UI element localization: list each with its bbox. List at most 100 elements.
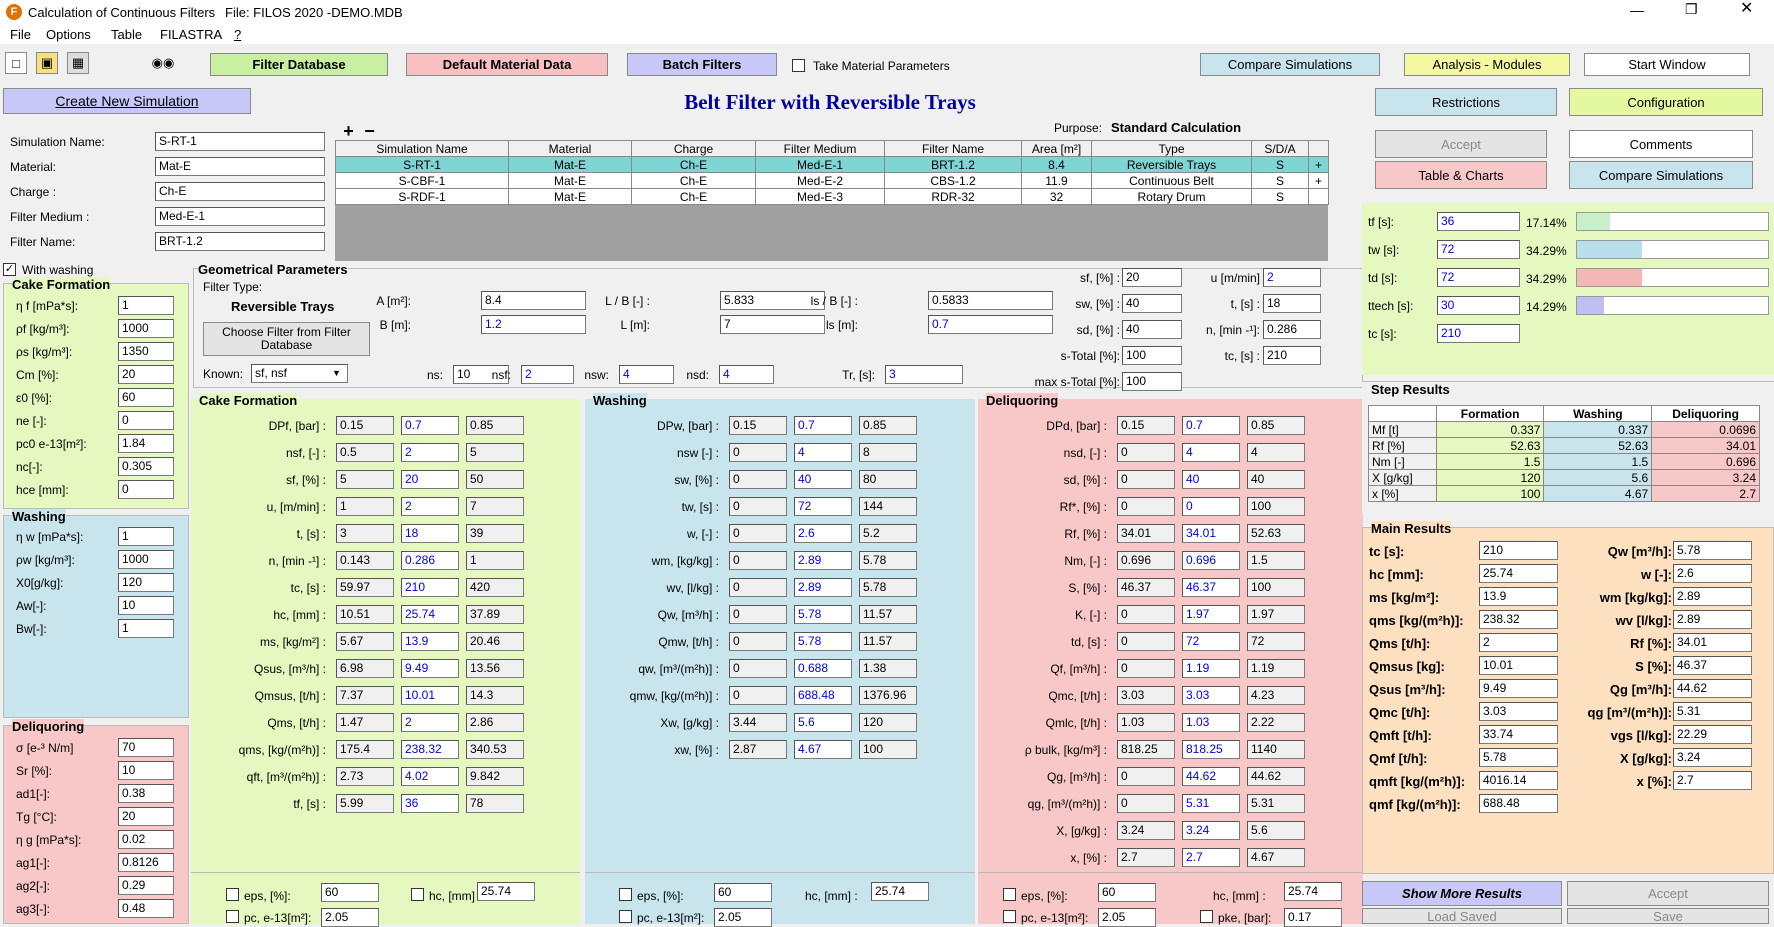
main-result-field[interactable]: 4016.14 — [1479, 771, 1558, 790]
main-result-field[interactable]: 46.37 — [1673, 656, 1752, 675]
cake-value-field[interactable]: 2 — [401, 443, 459, 462]
deliq-value-field[interactable]: 0 — [1117, 497, 1175, 516]
wash-eps-field[interactable]: 60 — [714, 883, 772, 902]
geom-nsd-field[interactable]: 4 — [719, 365, 774, 384]
cake-value-field[interactable]: 2 — [401, 497, 459, 516]
cake-value-field[interactable]: 10.01 — [401, 686, 459, 705]
geom-right-field[interactable]: 40 — [1122, 294, 1182, 313]
deliq-value-field[interactable]: 0 — [1117, 767, 1175, 786]
deliq-value-field[interactable]: 0 — [1117, 794, 1175, 813]
cake-value-field[interactable]: 7.37 — [336, 686, 394, 705]
geom-right-field[interactable]: 20 — [1122, 268, 1182, 287]
cake-value-field[interactable]: 238.32 — [401, 740, 459, 759]
wash-value-field[interactable]: 0 — [729, 605, 787, 624]
cake-value-field[interactable]: 7 — [466, 497, 524, 516]
binoculars-icon[interactable]: ◉◉ — [152, 52, 175, 74]
deliq-value-field[interactable]: 100 — [1247, 578, 1305, 597]
main-result-field[interactable]: 2.89 — [1673, 587, 1752, 606]
deliq-value-field[interactable]: 0.15 — [1117, 416, 1175, 435]
cake-eps-field[interactable]: 60 — [321, 883, 379, 902]
sim-table-header[interactable]: Charge — [631, 140, 756, 157]
cake-value-field[interactable]: 5.99 — [336, 794, 394, 813]
batch-filters-button[interactable]: Batch Filters — [627, 53, 777, 76]
deliq-value-field[interactable]: 0 — [1117, 470, 1175, 489]
left_cake-field[interactable]: 1000 — [118, 319, 174, 338]
left_cake-field[interactable]: 1350 — [118, 342, 174, 361]
deliq-pke-checkbox[interactable] — [1200, 910, 1213, 923]
cake-value-field[interactable]: 5.67 — [336, 632, 394, 651]
cake-value-field[interactable]: 2 — [401, 713, 459, 732]
main-result-field[interactable]: 5.78 — [1479, 748, 1558, 767]
menu-filastra[interactable]: FILASTRA — [160, 27, 222, 42]
deliq-value-field[interactable]: 100 — [1247, 497, 1305, 516]
deliq-value-field[interactable]: 1.97 — [1247, 605, 1305, 624]
sim-info-field[interactable]: Ch-E — [155, 182, 325, 201]
deliq-value-field[interactable]: 0.696 — [1117, 551, 1175, 570]
table-charts-button[interactable]: Table & Charts — [1375, 161, 1547, 189]
deliq-value-field[interactable]: 52.63 — [1247, 524, 1305, 543]
main-result-field[interactable]: 5.31 — [1673, 702, 1752, 721]
time-field[interactable]: 72 — [1437, 268, 1520, 287]
deliq-value-field[interactable]: 0 — [1117, 659, 1175, 678]
wash-value-field[interactable]: 0 — [729, 659, 787, 678]
main-result-field[interactable]: 2.6 — [1673, 564, 1752, 583]
wash-pc-checkbox[interactable] — [619, 910, 632, 923]
cake-value-field[interactable]: 6.98 — [336, 659, 394, 678]
cake-value-field[interactable]: 9.49 — [401, 659, 459, 678]
left_deliq-field[interactable]: 70 — [118, 738, 174, 757]
deliq-value-field[interactable]: 1.19 — [1247, 659, 1305, 678]
wash-value-field[interactable]: 40 — [794, 470, 852, 489]
deliq-value-field[interactable]: 2.7 — [1117, 848, 1175, 867]
wash-value-field[interactable]: 0 — [729, 443, 787, 462]
main-result-field[interactable]: 5.78 — [1673, 541, 1752, 560]
cake-value-field[interactable]: 50 — [466, 470, 524, 489]
menu-table[interactable]: Table — [111, 27, 142, 42]
cake-value-field[interactable]: 0.143 — [336, 551, 394, 570]
compare-simulations-button[interactable]: Compare Simulations — [1569, 161, 1753, 189]
left_cake-field[interactable]: 1 — [118, 296, 174, 315]
wash-value-field[interactable]: 0 — [729, 686, 787, 705]
left_deliq-field[interactable]: 0.29 — [118, 876, 174, 895]
cake-value-field[interactable]: 39 — [466, 524, 524, 543]
deliq-value-field[interactable]: 0.7 — [1182, 416, 1240, 435]
main-result-field[interactable]: 210 — [1479, 541, 1558, 560]
cake-value-field[interactable]: 0.286 — [401, 551, 459, 570]
cake-value-field[interactable]: 0.5 — [336, 443, 394, 462]
time-field[interactable]: 210 — [1437, 324, 1520, 343]
cake-value-field[interactable]: 2.73 — [336, 767, 394, 786]
sim-table-header[interactable]: Filter Name — [884, 140, 1022, 157]
deliq-value-field[interactable]: 5.31 — [1247, 794, 1305, 813]
time-field[interactable]: 72 — [1437, 240, 1520, 259]
geom-right2-field[interactable]: 18 — [1263, 294, 1321, 313]
deliq-eps-checkbox[interactable] — [1003, 888, 1016, 901]
wash-hc-field[interactable]: 25.74 — [871, 882, 929, 901]
left_deliq-field[interactable]: 20 — [118, 807, 174, 826]
left_deliq-field[interactable]: 0.02 — [118, 830, 174, 849]
cake-eps-checkbox[interactable] — [226, 888, 239, 901]
sim-info-field[interactable]: Mat-E — [155, 157, 325, 176]
cake-value-field[interactable]: 9.842 — [466, 767, 524, 786]
left_cake-field[interactable]: 20 — [118, 365, 174, 384]
wash-value-field[interactable]: 5.78 — [794, 605, 852, 624]
cake-pc-field[interactable]: 2.05 — [321, 908, 379, 927]
cake-value-field[interactable]: 18 — [401, 524, 459, 543]
main-result-field[interactable]: 3.03 — [1479, 702, 1558, 721]
configuration-button[interactable]: Configuration — [1569, 88, 1763, 116]
table-row[interactable]: S-CBF-1 Mat-E Ch-E Med-E-2 CBS-1.2 11.9 Contin… — [335, 172, 1329, 189]
wash-value-field[interactable]: 0 — [729, 524, 787, 543]
cake-value-field[interactable]: 5 — [466, 443, 524, 462]
wash-value-field[interactable]: 1.38 — [859, 659, 917, 678]
wash-value-field[interactable]: 144 — [859, 497, 917, 516]
cake-value-field[interactable]: 0.7 — [401, 416, 459, 435]
default-material-button[interactable]: Default Material Data — [406, 53, 608, 76]
wash-value-field[interactable]: 2.6 — [794, 524, 852, 543]
main-result-field[interactable]: 33.74 — [1479, 725, 1558, 744]
deliq-value-field[interactable]: 3.24 — [1182, 821, 1240, 840]
geom-nsf-field[interactable]: 2 — [521, 365, 574, 384]
cake-value-field[interactable]: 0.15 — [336, 416, 394, 435]
comments-button[interactable]: Comments — [1569, 130, 1753, 158]
left_deliq-field[interactable]: 0.48 — [118, 899, 174, 918]
deliq-value-field[interactable]: 4 — [1247, 443, 1305, 462]
cake-value-field[interactable]: 5 — [336, 470, 394, 489]
cake-value-field[interactable]: 13.9 — [401, 632, 459, 651]
